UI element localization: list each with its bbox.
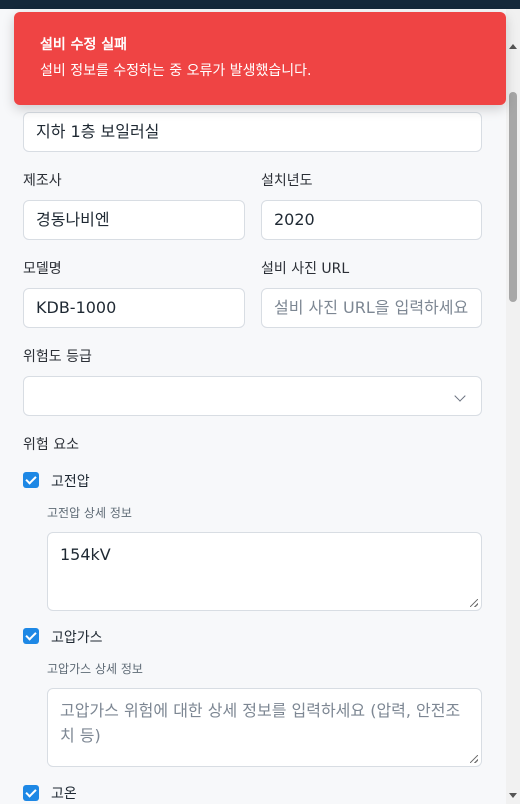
risk-grade-label: 위험도 등급 xyxy=(23,349,92,365)
install-year-label: 설치년도 xyxy=(261,173,313,189)
location-field[interactable]: 지하 1층 보일러실 xyxy=(23,112,482,152)
chevron-down-icon xyxy=(454,390,466,402)
high-voltage-detail-textarea[interactable]: 154kV xyxy=(47,532,482,611)
check-icon xyxy=(25,786,37,798)
check-icon xyxy=(25,473,37,485)
toast-message: 설비 정보를 수정하는 중 오류가 발생했습니다. xyxy=(40,63,312,79)
high-temperature-label[interactable]: 고온 xyxy=(51,783,77,803)
risk-grade-select[interactable] xyxy=(23,376,482,416)
resize-handle-icon[interactable] xyxy=(470,599,478,607)
install-year-input[interactable]: 2020 xyxy=(261,200,482,240)
high-voltage-checkbox[interactable] xyxy=(23,472,39,488)
high-voltage-label[interactable]: 고전압 xyxy=(51,471,90,491)
error-toast: 설비 수정 실패 설비 정보를 수정하는 중 오류가 발생했습니다. xyxy=(14,12,506,105)
high-voltage-detail-label: 고전압 상세 정보 xyxy=(47,506,132,520)
equipment-edit-form: 지하 1층 보일러실 제조사 설치년도 경동나비엔 2020 모델명 설비 사진… xyxy=(0,0,506,804)
high-voltage-detail-value: 154kV xyxy=(60,545,111,564)
scrollbar-thumb[interactable] xyxy=(509,92,517,302)
photo-url-label: 설비 사진 URL xyxy=(261,261,350,277)
photo-url-input[interactable]: 설비 사진 URL을 입력하세요 xyxy=(261,288,482,328)
model-input[interactable]: KDB-1000 xyxy=(23,288,245,328)
manufacturer-input[interactable]: 경동나비엔 xyxy=(23,200,245,240)
high-pressure-gas-detail-textarea[interactable]: 고압가스 위험에 대한 상세 정보를 입력하세요 (압력, 안전조치 등) xyxy=(47,688,482,767)
high-pressure-gas-detail-placeholder: 고압가스 위험에 대한 상세 정보를 입력하세요 (압력, 안전조치 등) xyxy=(60,701,461,745)
high-pressure-gas-detail-label: 고압가스 상세 정보 xyxy=(47,662,143,676)
manufacturer-label: 제조사 xyxy=(23,173,62,189)
scroll-down-arrow-icon[interactable] xyxy=(509,793,517,798)
high-pressure-gas-checkbox[interactable] xyxy=(23,628,39,644)
toast-title: 설비 수정 실패 xyxy=(40,37,128,53)
check-icon xyxy=(25,629,37,641)
high-temperature-checkbox[interactable] xyxy=(23,785,39,801)
scroll-up-arrow-icon[interactable] xyxy=(509,44,517,49)
model-label: 모델명 xyxy=(23,261,62,277)
high-pressure-gas-label[interactable]: 고압가스 xyxy=(51,627,103,647)
risk-factors-label: 위험 요소 xyxy=(23,437,79,453)
resize-handle-icon[interactable] xyxy=(470,755,478,763)
